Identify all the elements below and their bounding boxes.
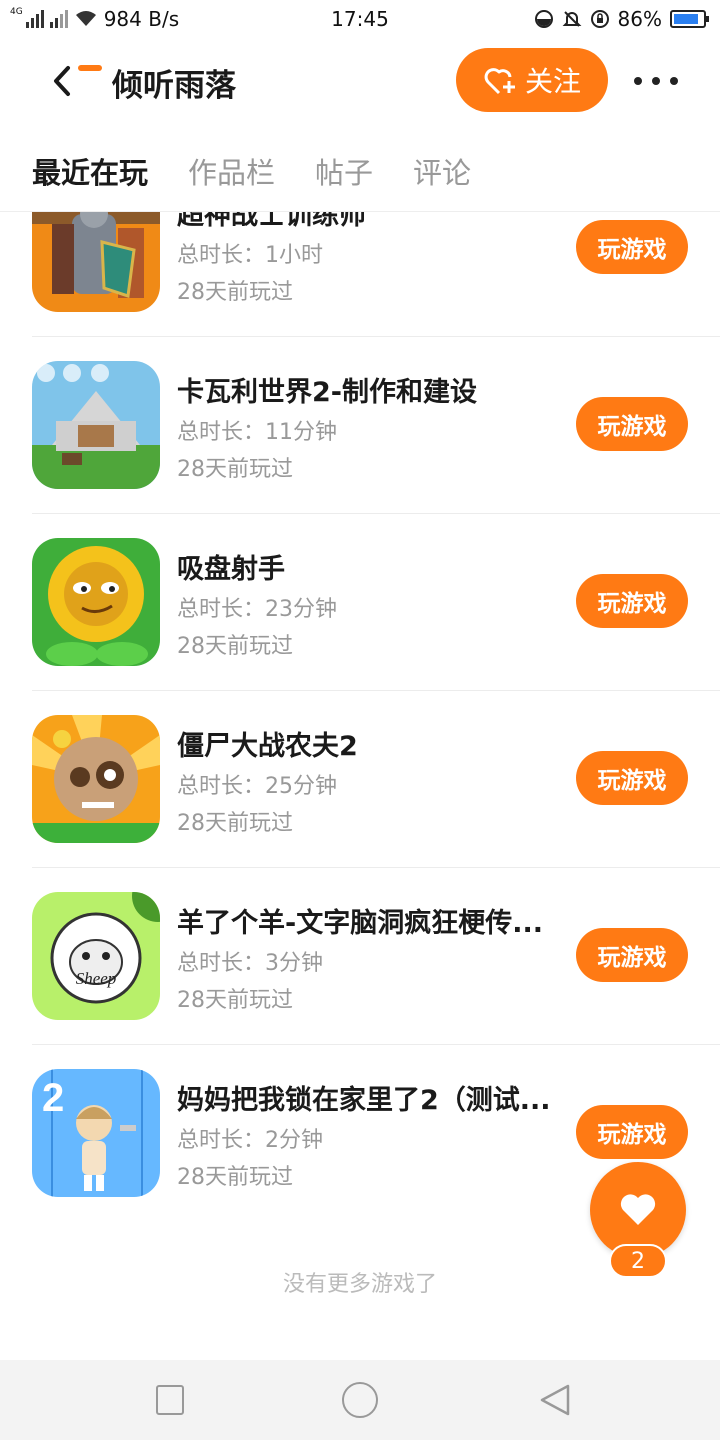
more-options-icon[interactable] [634, 66, 678, 96]
tab-comments[interactable]: 评论 [413, 150, 471, 192]
follow-button[interactable]: 关注 [456, 48, 608, 112]
status-bar: 4G 984 B/s 17:45 86% [0, 0, 720, 40]
play-game-button[interactable]: 玩游戏 [576, 751, 688, 805]
game-duration: 总时长：3分钟 [177, 951, 323, 976]
list-item[interactable]: Sheep 羊了个羊-文字脑洞疯狂梗传... 总时长：3分钟 28天前玩过 玩游… [0, 868, 720, 1045]
status-right: 86% [534, 7, 709, 31]
list-item[interactable]: 吸盘射手 总时长：23分钟 28天前玩过 玩游戏 [0, 514, 720, 691]
game-duration: 总时长：23分钟 [177, 597, 337, 622]
game-icon-craft-world [32, 361, 160, 489]
game-last-played: 28天前玩过 [177, 280, 293, 305]
battery-icon [670, 10, 709, 28]
lock-rotation-icon [590, 10, 609, 28]
heart-icon [620, 1194, 656, 1225]
tab-recently-played[interactable]: 最近在玩 [32, 150, 148, 192]
tab-bar: 最近在玩 作品栏 帖子 评论 [0, 140, 720, 212]
battery-fill [674, 14, 699, 24]
tab-works[interactable]: 作品栏 [188, 150, 275, 192]
header: 倾听雨落 关注 [0, 40, 720, 124]
game-last-played: 28天前玩过 [177, 457, 293, 482]
back-icon[interactable] [48, 62, 78, 100]
mom-icon-number: 2 [42, 1076, 64, 1120]
play-game-button[interactable]: 玩游戏 [576, 574, 688, 628]
home-icon[interactable] [342, 1382, 378, 1418]
sheep-icon-text: Sheep [76, 969, 117, 988]
game-duration: 总时长：25分钟 [177, 774, 337, 799]
nav-back-icon[interactable] [536, 1382, 572, 1418]
follow-label: 关注 [524, 65, 581, 98]
recent-apps-icon[interactable] [156, 1385, 184, 1415]
game-duration: 总时长：11分钟 [177, 420, 337, 445]
game-name: 僵尸大战农夫2 [177, 731, 358, 762]
play-game-button[interactable]: 玩游戏 [576, 1105, 688, 1159]
play-game-button[interactable]: 玩游戏 [576, 220, 688, 274]
game-last-played: 28天前玩过 [177, 811, 293, 836]
tab-indicator [78, 65, 102, 71]
game-icon-zombie-skull [32, 715, 160, 843]
heart-plus-icon [484, 68, 515, 95]
game-last-played: 28天前玩过 [177, 634, 293, 659]
game-name: 妈妈把我锁在家里了2（测试... [177, 1085, 551, 1116]
game-duration: 总时长：2分钟 [177, 1128, 323, 1153]
list-item[interactable]: 僵尸大战农夫2 总时长：25分钟 28天前玩过 玩游戏 [0, 691, 720, 868]
game-icon-mom-locked: 2 [32, 1069, 160, 1197]
like-count-badge: 2 [609, 1244, 667, 1278]
battery-percent: 86% [617, 7, 662, 31]
game-icon-warrior [32, 212, 160, 312]
list-item[interactable]: 超神战士训练师 总时长：1小时 28天前玩过 玩游戏 [0, 212, 720, 337]
game-name: 吸盘射手 [177, 554, 285, 585]
tab-posts[interactable]: 帖子 [315, 150, 373, 192]
game-name: 羊了个羊-文字脑洞疯狂梗传... [177, 908, 543, 939]
play-game-button[interactable]: 玩游戏 [576, 928, 688, 982]
game-icon-sunflower [32, 538, 160, 666]
game-icon-sheep: Sheep [32, 892, 160, 1020]
game-name: 超神战士训练师 [177, 212, 366, 231]
game-last-played: 28天前玩过 [177, 1165, 293, 1190]
do-not-disturb-icon [534, 10, 553, 28]
game-last-played: 28天前玩过 [177, 988, 293, 1013]
game-name: 卡瓦利世界2-制作和建设 [177, 377, 477, 408]
play-game-button[interactable]: 玩游戏 [576, 397, 688, 451]
system-nav-bar [0, 1360, 720, 1440]
game-duration: 总时长：1小时 [177, 243, 323, 268]
bell-muted-icon [562, 11, 581, 27]
page-title: 倾听雨落 [112, 68, 236, 104]
list-item[interactable]: 卡瓦利世界2-制作和建设 总时长：11分钟 28天前玩过 玩游戏 [0, 337, 720, 514]
